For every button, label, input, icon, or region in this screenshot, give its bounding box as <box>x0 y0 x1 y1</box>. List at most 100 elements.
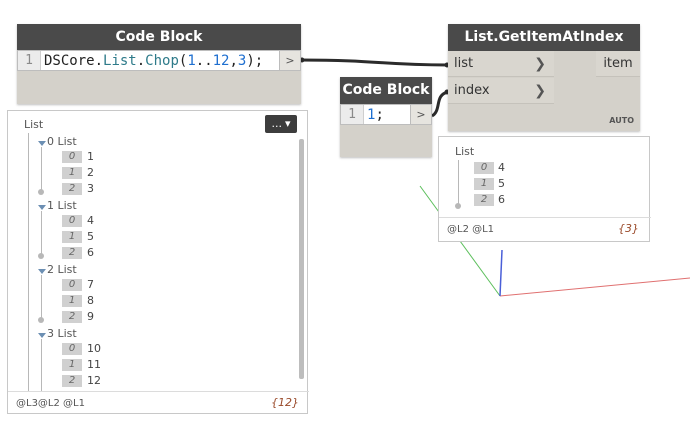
code-method: Chop <box>145 53 179 69</box>
node-title[interactable]: Code Block <box>17 24 301 50</box>
preview-footer-divider <box>439 217 651 218</box>
chevron-right-icon: ❯ <box>534 56 546 72</box>
expand-arrow-icon[interactable] <box>38 205 46 210</box>
item-index: 2 <box>62 247 82 259</box>
code-close: ); <box>246 53 264 69</box>
expand-arrow-icon[interactable] <box>38 333 46 338</box>
more-label: ... <box>271 117 282 130</box>
list-levels-label[interactable]: @L3@L2 @L1 <box>16 398 85 409</box>
item-index: 0 <box>62 215 82 227</box>
tree-line-group-1 <box>41 211 42 257</box>
node-title[interactable]: List.GetItemAtIndex <box>448 24 640 51</box>
preview-scroll-area[interactable]: List ... ▾ 0 List 0 1 1 2 2 3 1 List 0 4 … <box>8 111 309 391</box>
item-value: 2 <box>87 166 94 179</box>
preview-bubble-item[interactable]: List 0 4 1 5 2 6 @L2 @L1 {3} <box>438 136 651 242</box>
scrollbar-thumb[interactable] <box>299 139 304 379</box>
item-value: 10 <box>87 342 101 355</box>
item-index: 0 <box>62 279 82 291</box>
code-range-op: .. <box>195 53 213 69</box>
z-axis-line <box>499 249 503 297</box>
output-port[interactable]: > <box>279 51 300 70</box>
item-value: 3 <box>87 182 94 195</box>
item-index: 2 <box>62 375 82 387</box>
code-block-node-index[interactable]: Code Block 1 1; > <box>340 77 432 157</box>
item-value: 4 <box>498 161 505 174</box>
line-number: 1 <box>18 51 41 70</box>
port-label-index: index <box>454 83 490 98</box>
item-value: 1 <box>87 150 94 163</box>
group-label: 2 List <box>47 263 77 276</box>
lacing-label[interactable]: AUTO <box>609 116 634 125</box>
item-index: 1 <box>62 167 82 179</box>
item-index: 2 <box>62 183 82 195</box>
tree-line-group-3 <box>41 339 42 391</box>
item-value: 12 <box>87 374 101 387</box>
item-index: 1 <box>62 295 82 307</box>
code-namespace: DSCore. <box>44 53 104 69</box>
tree-line-group-2 <box>41 275 42 321</box>
code-range-start: 1 <box>187 53 196 69</box>
group-label: 3 List <box>47 327 77 340</box>
port-label-item: item <box>603 56 633 71</box>
item-value: 11 <box>87 358 101 371</box>
x-axis-line <box>499 277 690 297</box>
code-editor[interactable]: 1 1; > <box>340 104 432 125</box>
item-index: 0 <box>62 343 82 355</box>
group-label: 1 List <box>47 199 77 212</box>
item-index: 2 <box>62 311 82 323</box>
pin-button[interactable]: ... ▾ <box>265 115 297 133</box>
get-item-at-index-node[interactable]: List.GetItemAtIndex list ❯ index ❯ item … <box>448 24 640 131</box>
line-number: 1 <box>341 105 364 124</box>
preview-footer-divider <box>8 391 309 392</box>
code-semicolon: ; <box>375 107 384 123</box>
item-value: 5 <box>87 230 94 243</box>
code-class: List <box>103 53 137 69</box>
input-port-list[interactable]: list ❯ <box>448 51 554 77</box>
pin-icon: ▾ <box>284 117 291 130</box>
tree-end-dot <box>38 253 44 259</box>
item-value: 8 <box>87 294 94 307</box>
code-text[interactable]: 1; <box>367 105 384 125</box>
tree-end-dot <box>38 317 44 323</box>
item-value: 9 <box>87 310 94 323</box>
item-value: 7 <box>87 278 94 291</box>
item-value: 5 <box>498 177 505 190</box>
tree-root-label: List <box>24 118 44 131</box>
node-title[interactable]: Code Block <box>340 77 432 104</box>
wire-list[interactable] <box>299 58 449 67</box>
code-dot: . <box>136 53 146 69</box>
list-levels-label[interactable]: @L2 @L1 <box>447 224 494 235</box>
input-port-index[interactable]: index ❯ <box>448 78 554 104</box>
tree-root-line <box>28 133 29 391</box>
code-comma: , <box>229 53 238 69</box>
group-label: 0 List <box>47 135 77 148</box>
tree-line-group-0 <box>41 147 42 193</box>
chevron-right-icon: ❯ <box>534 83 546 99</box>
item-index: 0 <box>474 162 494 174</box>
item-value: 6 <box>498 193 505 206</box>
code-editor[interactable]: 1 DSCore.List.Chop(1..12,3); > <box>17 50 301 71</box>
item-index: 1 <box>474 178 494 190</box>
item-value: 6 <box>87 246 94 259</box>
wire-index[interactable] <box>431 90 449 118</box>
port-label-list: list <box>454 56 474 71</box>
item-index: 1 <box>62 231 82 243</box>
expand-arrow-icon[interactable] <box>38 141 46 146</box>
output-port-item[interactable]: item <box>596 51 640 77</box>
item-index: 2 <box>474 194 494 206</box>
output-port[interactable]: > <box>410 105 431 124</box>
item-count: {12} <box>271 396 299 409</box>
code-block-node-chop[interactable]: Code Block 1 DSCore.List.Chop(1..12,3); … <box>17 24 301 104</box>
code-range-end: 12 <box>212 53 230 69</box>
item-count: {3} <box>618 222 639 235</box>
tree-end-dot <box>455 203 461 209</box>
item-value: 4 <box>87 214 94 227</box>
expand-arrow-icon[interactable] <box>38 269 46 274</box>
tree-root-line <box>458 160 459 206</box>
item-index: 0 <box>62 151 82 163</box>
preview-bubble-chop[interactable]: List ... ▾ 0 List 0 1 1 2 2 3 1 List 0 4 … <box>7 110 309 414</box>
item-index: 1 <box>62 359 82 371</box>
code-text[interactable]: DSCore.List.Chop(1..12,3); <box>44 51 263 71</box>
tree-root-label: List <box>455 145 475 158</box>
tree-end-dot <box>38 189 44 195</box>
